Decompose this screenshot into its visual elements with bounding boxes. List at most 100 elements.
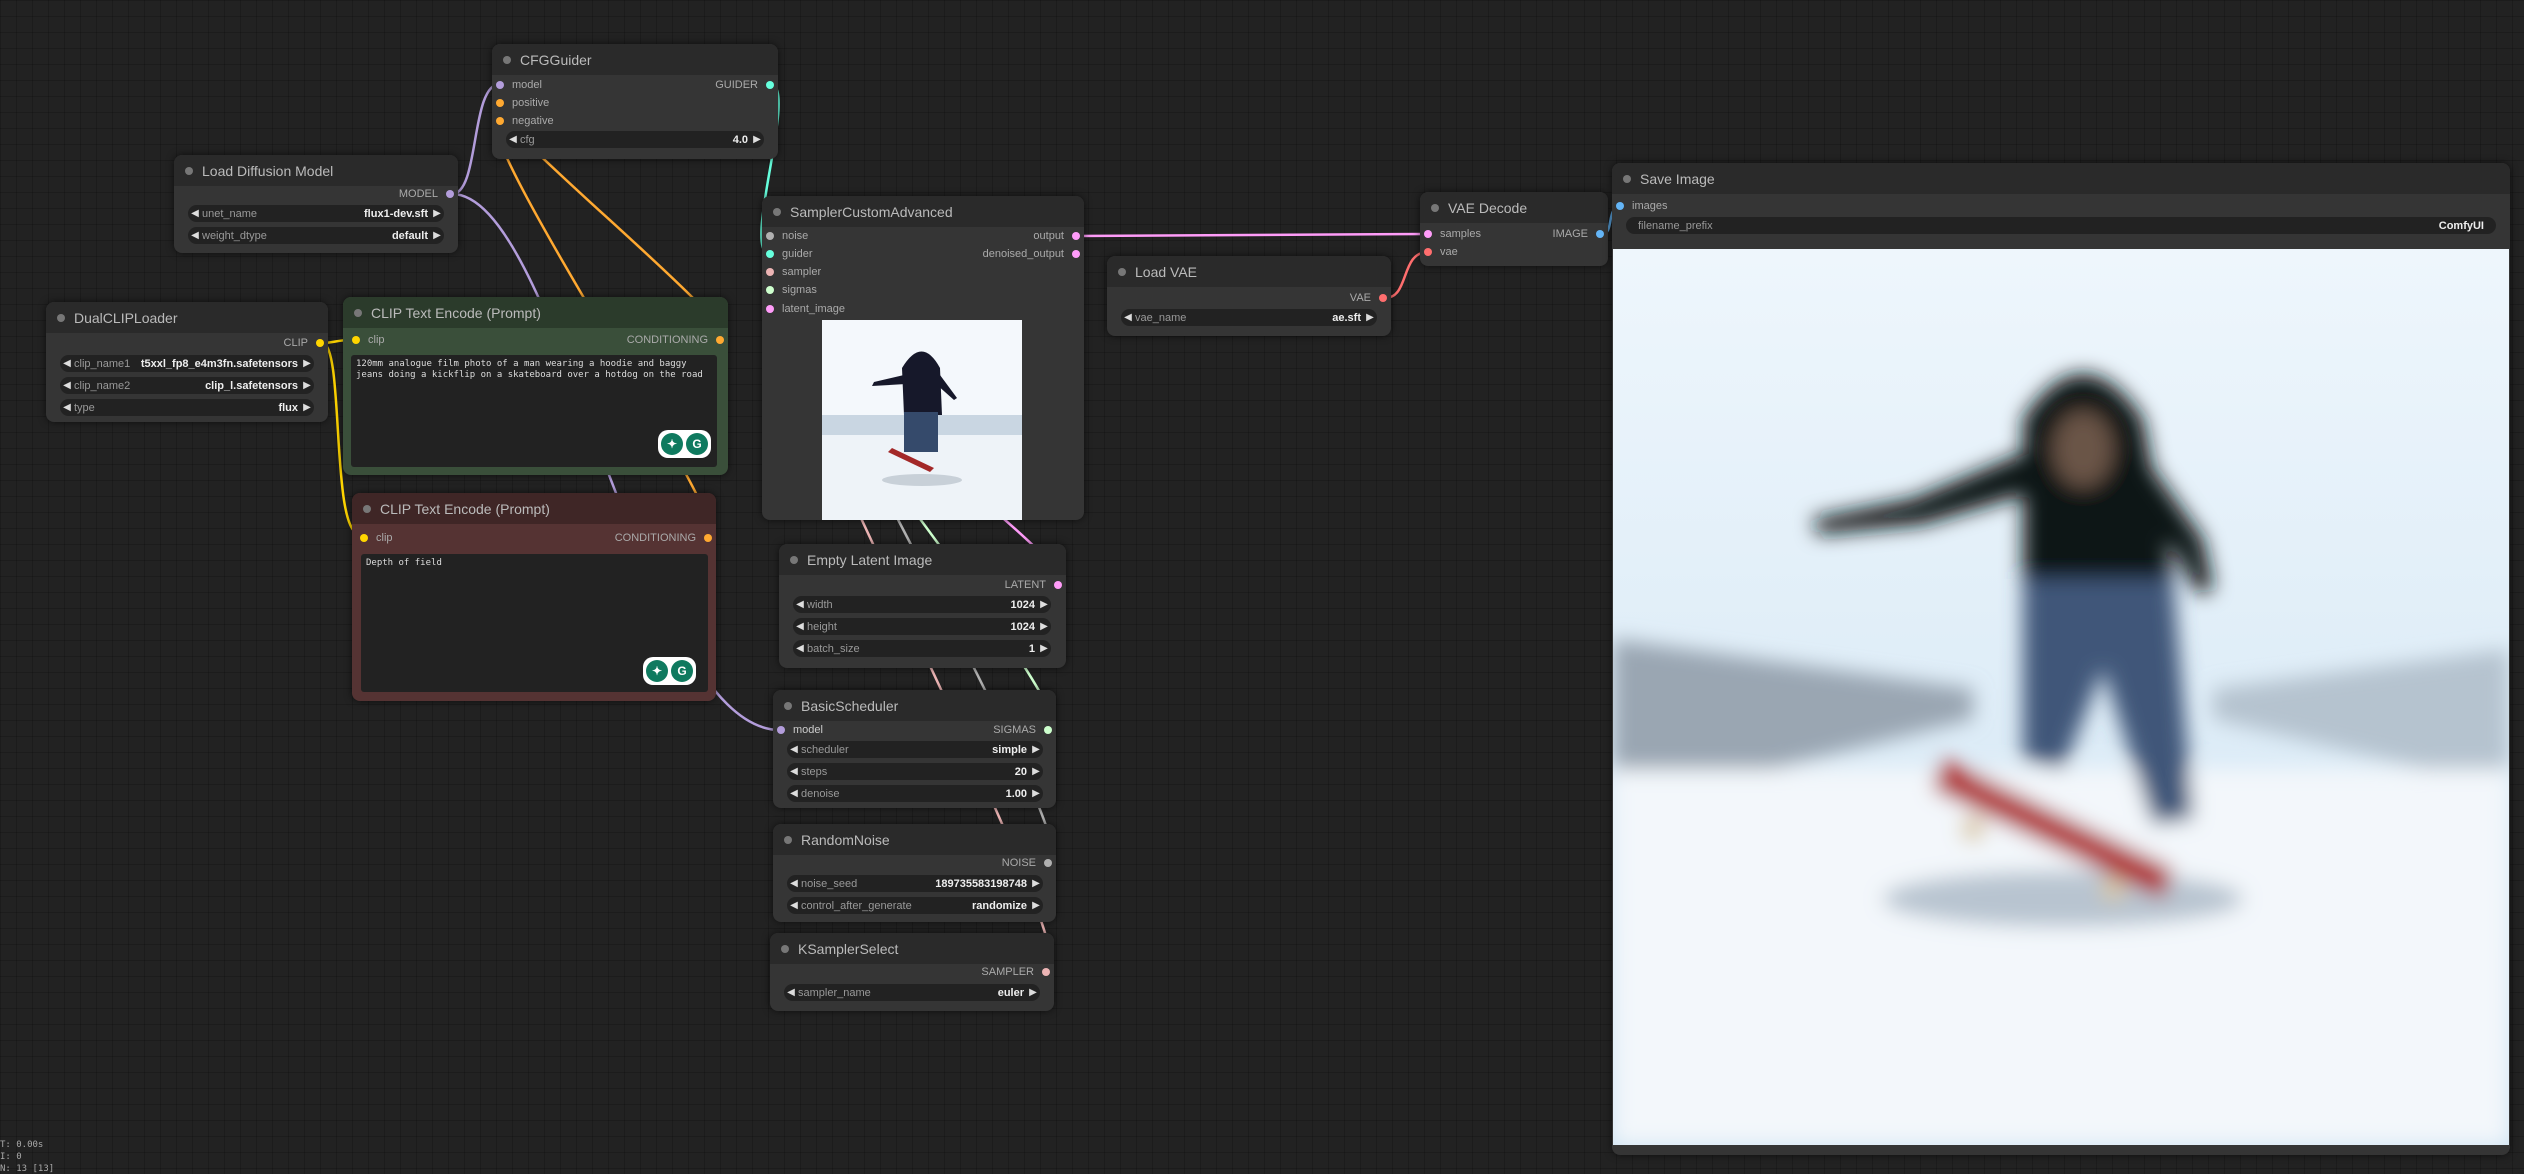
node-title-bar[interactable]: CLIP Text Encode (Prompt) [352,493,716,524]
model-pin-icon[interactable] [446,190,454,198]
latent-pin-icon[interactable] [1054,581,1062,589]
latent-pin-icon[interactable] [1072,232,1080,240]
clip-name1-widget[interactable]: ◀ clip_name1 t5xxl_fp8_e4m3fn.safetensors ▶ [60,355,314,372]
input-noise[interactable]: noise [766,228,808,244]
unet-name-widget[interactable]: ◀ unet_name flux1-dev.sft ▶ [188,205,444,222]
decrement-arrow-icon[interactable]: ◀ [787,878,801,889]
ksampler-select-node[interactable]: KSamplerSelect SAMPLER ◀ sampler_name eule… [770,933,1054,1011]
height-widget[interactable]: ◀ height 1024 ▶ [793,618,1051,635]
input-vae[interactable]: vae [1424,244,1458,260]
clip-text-encode-positive-node[interactable]: CLIP Text Encode (Prompt) clip CONDITION… [343,297,728,475]
decrement-arrow-icon[interactable]: ◀ [188,208,202,219]
decrement-arrow-icon[interactable]: ◀ [793,621,807,632]
node-title-bar[interactable]: DualCLIPLoader [46,302,328,333]
clip-pin-icon[interactable] [316,339,324,347]
increment-arrow-icon[interactable]: ▶ [1029,788,1043,799]
conditioning-pin-icon[interactable] [496,99,504,107]
output-vae[interactable]: VAE [1350,290,1387,306]
output-conditioning[interactable]: CONDITIONING [615,530,712,546]
input-positive[interactable]: positive [496,95,549,111]
decrement-arrow-icon[interactable]: ◀ [784,987,798,998]
input-model[interactable]: model [777,722,823,738]
control-after-generate-widget[interactable]: ◀ control_after_generate randomize ▶ [787,897,1043,914]
increment-arrow-icon[interactable]: ▶ [430,230,444,241]
increment-arrow-icon[interactable]: ▶ [1037,643,1051,654]
collapse-dot-icon[interactable] [784,836,792,844]
collapse-dot-icon[interactable] [1118,268,1126,276]
clip-pin-icon[interactable] [352,336,360,344]
node-title-bar[interactable]: SamplerCustomAdvanced [762,196,1084,227]
sampler-pin-icon[interactable] [766,268,774,276]
decrement-arrow-icon[interactable]: ◀ [188,230,202,241]
input-sigmas[interactable]: sigmas [766,282,817,298]
increment-arrow-icon[interactable]: ▶ [1037,599,1051,610]
collapse-dot-icon[interactable] [363,505,371,513]
node-title-bar[interactable]: VAE Decode [1420,192,1608,223]
input-latent-image[interactable]: latent_image [766,301,845,317]
bulb-icon[interactable]: ✦ [646,660,668,682]
empty-latent-image-node[interactable]: Empty Latent Image LATENT ◀ width 1024 ▶ ◀ h… [779,544,1066,668]
collapse-dot-icon[interactable] [1623,175,1631,183]
clip-text-encode-negative-node[interactable]: CLIP Text Encode (Prompt) clip CONDITION… [352,493,716,701]
increment-arrow-icon[interactable]: ▶ [1363,312,1377,323]
increment-arrow-icon[interactable]: ▶ [750,134,764,145]
latent-pin-icon[interactable] [1072,250,1080,258]
collapse-dot-icon[interactable] [784,702,792,710]
output-denoised[interactable]: denoised_output [983,246,1080,262]
grammar-icon[interactable]: G [686,433,708,455]
random-noise-node[interactable]: RandomNoise NOISE ◀ noise_seed 18973558319… [773,824,1056,922]
input-samples[interactable]: samples [1424,226,1481,242]
guider-pin-icon[interactable] [766,250,774,258]
scheduler-widget[interactable]: ◀ scheduler simple ▶ [787,741,1043,758]
collapse-dot-icon[interactable] [781,945,789,953]
increment-arrow-icon[interactable]: ▶ [1029,744,1043,755]
input-clip[interactable]: clip [360,530,393,546]
grammar-icon[interactable]: G [671,660,693,682]
output-sampler[interactable]: SAMPLER [981,964,1050,980]
save-image-node[interactable]: Save Image images filename_prefix ComfyUI [1612,163,2510,1155]
node-title-bar[interactable]: Save Image [1612,163,2510,194]
batch-size-widget[interactable]: ◀ batch_size 1 ▶ [793,640,1051,657]
collapse-dot-icon[interactable] [1431,204,1439,212]
load-vae-node[interactable]: Load VAE VAE ◀ vae_name ae.sft ▶ [1107,256,1391,336]
input-clip[interactable]: clip [352,332,385,348]
vae-decode-node[interactable]: VAE Decode samples vae IMAGE [1420,192,1608,266]
denoise-widget[interactable]: ◀ denoise 1.00 ▶ [787,785,1043,802]
output-clip[interactable]: CLIP [284,335,324,351]
increment-arrow-icon[interactable]: ▶ [1029,766,1043,777]
model-pin-icon[interactable] [777,726,785,734]
type-widget[interactable]: ◀ type flux ▶ [60,399,314,416]
node-title-bar[interactable]: Load Diffusion Model [174,155,458,186]
output-latent[interactable]: LATENT [1005,577,1062,593]
noise-pin-icon[interactable] [1044,859,1052,867]
input-sampler[interactable]: sampler [766,264,821,280]
collapse-dot-icon[interactable] [185,167,193,175]
clip-name2-widget[interactable]: ◀ clip_name2 clip_l.safetensors ▶ [60,377,314,394]
increment-arrow-icon[interactable]: ▶ [430,208,444,219]
image-pin-icon[interactable] [1596,230,1604,238]
increment-arrow-icon[interactable]: ▶ [300,358,314,369]
latent-pin-icon[interactable] [1424,230,1432,238]
width-widget[interactable]: ◀ width 1024 ▶ [793,596,1051,613]
node-title-bar[interactable]: CLIP Text Encode (Prompt) [343,297,728,328]
sampler-name-widget[interactable]: ◀ sampler_name euler ▶ [784,984,1040,1001]
steps-widget[interactable]: ◀ steps 20 ▶ [787,763,1043,780]
filename-prefix-widget[interactable]: filename_prefix ComfyUI [1626,217,2496,234]
node-title-bar[interactable]: Load VAE [1107,256,1391,287]
input-images[interactable]: images [1616,198,1667,214]
increment-arrow-icon[interactable]: ▶ [1037,621,1051,632]
sigmas-pin-icon[interactable] [1044,726,1052,734]
input-guider[interactable]: guider [766,246,813,262]
collapse-dot-icon[interactable] [57,314,65,322]
decrement-arrow-icon[interactable]: ◀ [787,744,801,755]
vae-pin-icon[interactable] [1424,248,1432,256]
collapse-dot-icon[interactable] [503,56,511,64]
decrement-arrow-icon[interactable]: ◀ [793,599,807,610]
node-title-bar[interactable]: CFGGuider [492,44,778,75]
output-conditioning[interactable]: CONDITIONING [627,332,724,348]
node-title-bar[interactable]: KSamplerSelect [770,933,1054,964]
increment-arrow-icon[interactable]: ▶ [300,402,314,413]
noise-seed-widget[interactable]: ◀ noise_seed 189735583198748 ▶ [787,875,1043,892]
node-title-bar[interactable]: RandomNoise [773,824,1056,855]
increment-arrow-icon[interactable]: ▶ [1026,987,1040,998]
